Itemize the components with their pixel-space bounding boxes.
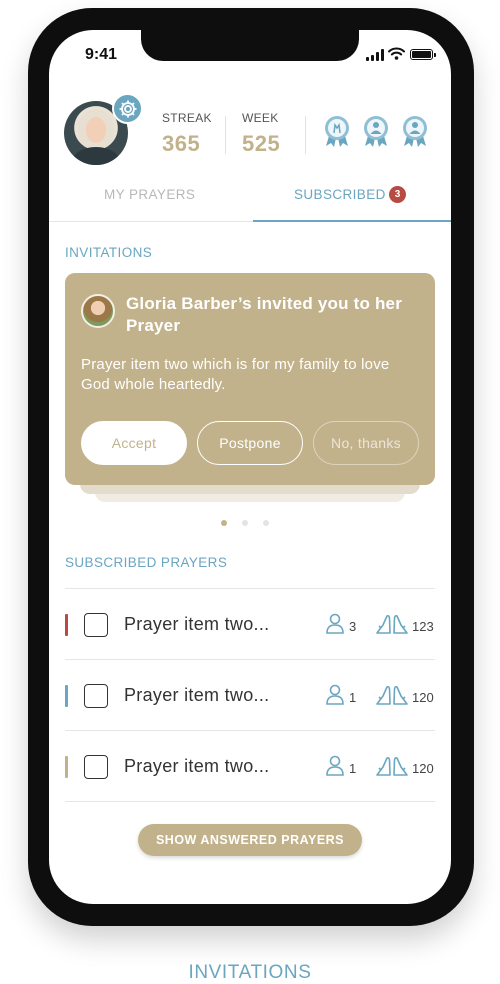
pagination-dot[interactable] [242,520,248,526]
decline-button[interactable]: No, thanks [313,421,419,465]
subscribed-prayers-heading: SUBSCRIBED PRAYERS [65,555,228,570]
streak-label: STREAK [162,111,212,125]
stat-divider [225,116,226,154]
inviter-avatar [81,294,115,328]
active-tab-indicator [253,220,451,222]
prayer-title: Prayer item two... [124,614,270,634]
person-icon [326,755,344,776]
screen-caption: INVITATIONS [188,962,312,983]
subscriber-count: 1 [349,690,357,705]
prayer-checkbox[interactable] [84,755,108,779]
prayer-title: Prayer item two... [124,756,270,776]
prayer-count: 120 [412,690,434,705]
tab-subscribed[interactable]: SUBSCRIBED [294,187,386,202]
tab-my-prayers[interactable]: MY PRAYERS [104,187,195,202]
person-badge-icon [364,116,388,147]
praying-hands-icon [376,685,408,705]
person-icon [326,684,344,705]
praying-hands-icon [376,614,408,634]
subscriber-count: 3 [349,619,357,634]
prayer-color-indicator [65,756,68,778]
pagination-dot[interactable] [263,520,269,526]
person-icon [326,613,344,634]
prayer-checkbox[interactable] [84,684,108,708]
status-time: 9:41 [85,46,118,63]
pagination-dot-active[interactable] [221,520,227,526]
settings-button[interactable] [112,93,143,124]
show-answered-prayers-button[interactable]: SHOW ANSWERED PRAYERS [138,824,362,856]
prayer-row[interactable]: Prayer item two... 1 120 [65,731,435,802]
streak-value: 365 [162,131,201,156]
prayer-color-indicator [65,614,68,636]
invitation-title: Gloria Barber’s invited you to her Praye… [126,294,403,335]
accept-button[interactable]: Accept [81,421,187,465]
week-value: 525 [242,131,281,156]
subscribed-count-badge: 3 [389,186,406,203]
person-badge-icon [403,116,427,147]
battery-icon [410,49,436,60]
prayer-row[interactable]: Prayer item two... 3 123 [65,589,435,660]
stat-divider [305,116,306,154]
prayer-color-indicator [65,685,68,707]
subscriber-count: 1 [349,761,357,776]
invitations-heading: INVITATIONS [65,245,153,260]
prayer-row[interactable]: Prayer item two... 1 120 [65,660,435,731]
row-divider [65,801,435,802]
postpone-button[interactable]: Postpone [197,421,303,465]
praying-hands-badge-icon [325,116,349,147]
praying-hands-icon [376,756,408,776]
wifi-icon [388,47,405,60]
prayer-checkbox[interactable] [84,613,108,637]
week-label: WEEK [242,111,279,125]
gear-icon [119,100,136,117]
prayer-count: 120 [412,761,434,776]
phone-notch [141,30,359,61]
signal-icon [366,49,384,61]
prayer-count: 123 [412,619,434,634]
invitation-text: Prayer item two which is for my family t… [81,356,390,393]
invitation-card: Gloria Barber’s invited you to her Praye… [65,273,435,485]
prayer-title: Prayer item two... [124,685,270,705]
